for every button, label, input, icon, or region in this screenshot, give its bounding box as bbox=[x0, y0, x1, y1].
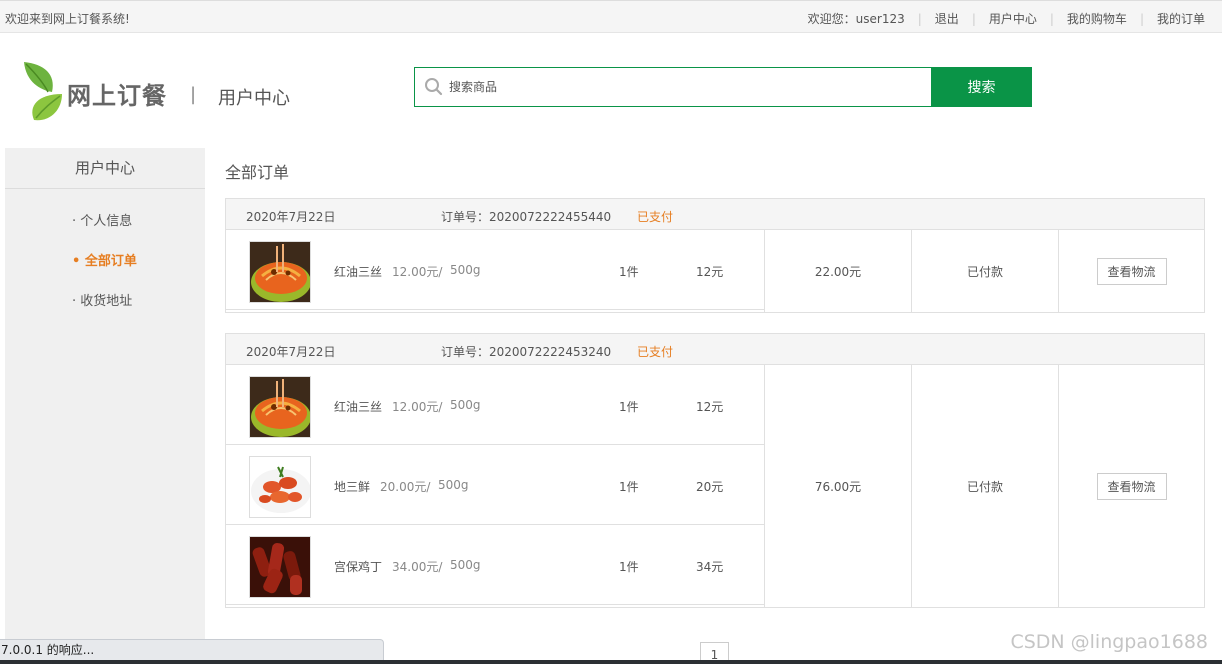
payment-status: 已付款 bbox=[912, 365, 1059, 607]
item-unit: 500g bbox=[450, 263, 481, 277]
order-card: 2020年7月22日 订单号：2020072222453240 已支付 红油三丝… bbox=[225, 333, 1205, 608]
order-total-value: 22.00元 bbox=[814, 264, 862, 279]
user-greeting: 欢迎您：user123 bbox=[807, 12, 905, 26]
divider: | bbox=[1139, 11, 1144, 26]
order-date: 2020年7月22日 bbox=[246, 345, 336, 359]
order-items: 红油三丝 12.00元/ 500g 1件 12元 bbox=[226, 230, 765, 312]
order-body: 红油三丝 12.00元/ 500g 1件 12元 地三鲜 20.00元/ 500… bbox=[226, 365, 1204, 607]
header-title: 用户中心 bbox=[218, 88, 290, 109]
site-logo[interactable]: 网上订餐 bbox=[22, 60, 172, 122]
order-items: 红油三丝 12.00元/ 500g 1件 12元 bbox=[226, 365, 765, 607]
cart-link[interactable]: 我的购物车 bbox=[1067, 10, 1127, 27]
sidebar: 用户中心 · 个人信息 • 全部订单 · 收货地址 bbox=[5, 148, 205, 664]
item-subtotal: 34元 bbox=[696, 560, 724, 574]
view-logistics-button[interactable]: 查看物流 bbox=[1096, 257, 1167, 285]
order-total: 76.00元 bbox=[765, 365, 912, 607]
logout-link[interactable]: 退出 bbox=[935, 10, 959, 27]
order-status: 已支付 bbox=[637, 210, 674, 224]
order-header: 2020年7月22日 订单号：2020072222453240 已支付 bbox=[226, 334, 1204, 365]
divider: | bbox=[971, 11, 976, 26]
sidebar-item-profile[interactable]: · 个人信息 bbox=[72, 210, 132, 229]
item-unit: 500g bbox=[438, 478, 469, 492]
item-subtotal: 12元 bbox=[696, 265, 724, 279]
item-name[interactable]: 红油三丝 bbox=[334, 398, 382, 415]
order-body: 红油三丝 12.00元/ 500g 1件 12元 22.00元 已付款 查看物流 bbox=[226, 230, 1204, 312]
leaf-logo-icon bbox=[24, 62, 62, 121]
item-name[interactable]: 宫保鸡丁 bbox=[334, 558, 382, 575]
order-item-row: 红油三丝 12.00元/ 500g 1件 12元 bbox=[226, 365, 764, 445]
item-subtotal: 12元 bbox=[696, 400, 724, 414]
divider: | bbox=[1049, 11, 1054, 26]
search-bar: 搜索 bbox=[414, 67, 1032, 107]
order-action-cell: 查看物流 bbox=[1059, 365, 1204, 607]
header-divider: | bbox=[190, 84, 197, 105]
top-bar: 欢迎来到网上订餐系统! 欢迎您：user123 | 退出 | 用户中心 | 我的… bbox=[0, 0, 1222, 33]
sidebar-title: 用户中心 bbox=[5, 148, 205, 189]
watermark: CSDN @lingpao1688 bbox=[1010, 631, 1208, 653]
food-image-noodle[interactable] bbox=[249, 376, 311, 438]
order-item-row: 宫保鸡丁 34.00元/ 500g 1件 34元 bbox=[226, 525, 764, 605]
search-button[interactable]: 搜索 bbox=[931, 67, 1032, 106]
my-orders-link[interactable]: 我的订单 bbox=[1157, 10, 1205, 27]
item-quantity: 1件 bbox=[619, 400, 639, 414]
divider: | bbox=[917, 11, 922, 26]
item-price: 34.00元/ bbox=[392, 560, 443, 574]
item-quantity: 1件 bbox=[619, 560, 639, 574]
search-icon bbox=[415, 68, 449, 106]
order-status: 已支付 bbox=[637, 345, 674, 359]
page-title: 全部订单 bbox=[225, 163, 290, 182]
top-links: 欢迎您：user123 | 退出 | 用户中心 | 我的购物车 | 我的订单 bbox=[808, 10, 1205, 27]
order-total: 22.00元 bbox=[765, 230, 912, 312]
item-quantity: 1件 bbox=[619, 480, 639, 494]
order-item-row: 地三鲜 20.00元/ 500g 1件 20元 bbox=[226, 445, 764, 525]
item-name[interactable]: 红油三丝 bbox=[334, 263, 382, 280]
order-action-cell: 查看物流 bbox=[1059, 230, 1204, 312]
search-input[interactable] bbox=[449, 68, 931, 106]
order-date: 2020年7月22日 bbox=[246, 210, 336, 224]
food-image-chicken[interactable] bbox=[249, 536, 311, 598]
taskbar-edge bbox=[0, 660, 1222, 664]
sidebar-item-address[interactable]: · 收货地址 bbox=[72, 290, 132, 309]
item-unit: 500g bbox=[450, 558, 481, 572]
order-number: 订单号：2020072222455440 bbox=[441, 210, 612, 224]
item-price: 12.00元/ bbox=[392, 265, 443, 279]
item-price: 20.00元/ bbox=[380, 480, 431, 494]
logo-text: 网上订餐 bbox=[67, 81, 167, 110]
user-center-link[interactable]: 用户中心 bbox=[989, 10, 1037, 27]
sidebar-item-all-orders[interactable]: • 全部订单 bbox=[72, 250, 137, 269]
order-total-value: 76.00元 bbox=[814, 479, 862, 494]
item-subtotal: 20元 bbox=[696, 480, 724, 494]
food-image-noodle[interactable] bbox=[249, 241, 311, 303]
item-price: 12.00元/ bbox=[392, 400, 443, 414]
order-number: 订单号：2020072222453240 bbox=[441, 345, 612, 359]
payment-status-value: 已付款 bbox=[966, 264, 1003, 279]
item-unit: 500g bbox=[450, 398, 481, 412]
browser-status-bar: 7.0.0.1 的响应... bbox=[0, 639, 384, 661]
order-card: 2020年7月22日 订单号：2020072222455440 已支付 红油三丝… bbox=[225, 198, 1205, 313]
payment-status-value: 已付款 bbox=[966, 479, 1003, 494]
food-image-shrimp[interactable] bbox=[249, 456, 311, 518]
order-item-row: 红油三丝 12.00元/ 500g 1件 12元 bbox=[226, 230, 764, 310]
item-quantity: 1件 bbox=[619, 265, 639, 279]
payment-status: 已付款 bbox=[912, 230, 1059, 312]
site-welcome: 欢迎来到网上订餐系统! bbox=[5, 12, 130, 26]
item-name[interactable]: 地三鲜 bbox=[334, 478, 370, 495]
order-header: 2020年7月22日 订单号：2020072222455440 已支付 bbox=[226, 199, 1204, 230]
view-logistics-button[interactable]: 查看物流 bbox=[1096, 472, 1167, 500]
